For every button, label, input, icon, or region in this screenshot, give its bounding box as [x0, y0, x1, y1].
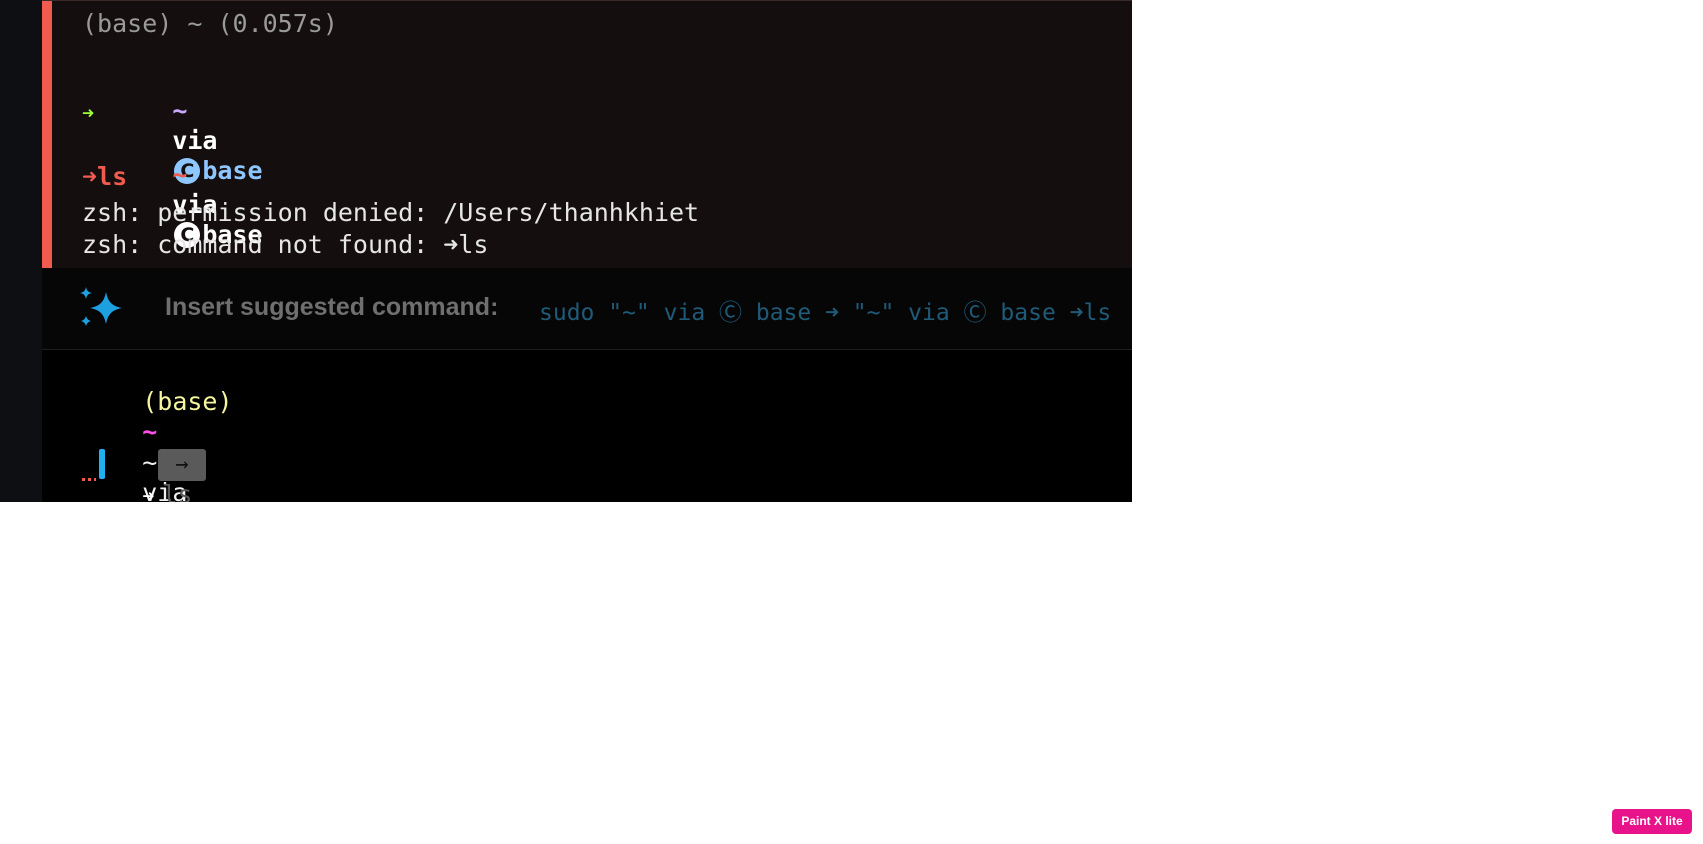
failed-command: ➜ls	[82, 162, 128, 191]
text-cursor	[99, 449, 105, 479]
ai-suggestion-bar[interactable]: Insert suggested command: sudo "~" via Ⓒ…	[42, 268, 1132, 350]
env-base: (base)	[142, 387, 233, 416]
terminal-window[interactable]: (base) ~ (0.057s) ~ via Cbase ➜ ~ via Cb…	[42, 0, 1132, 502]
error-output-permission: zsh: permission denied: /Users/thanhkhie…	[82, 198, 700, 227]
sparkles-icon	[80, 287, 122, 326]
accept-suggestion-button[interactable]: →	[158, 449, 206, 481]
error-command-block[interactable]: (base) ~ (0.057s) ~ via Cbase ➜ ~ via Cb…	[42, 0, 1132, 269]
suggestion-label: Insert suggested command:	[165, 293, 499, 321]
prompt-tilde: ~	[172, 160, 188, 189]
app-sidebar	[0, 0, 43, 502]
prompt-tilde: ~	[172, 96, 188, 125]
error-indicator-bar	[42, 1, 52, 269]
prompt-arrow-1: ➜	[82, 101, 95, 125]
error-dots-indicator	[82, 478, 96, 481]
prompt-arrow: ➜	[142, 484, 155, 502]
autosuggestion-text: ls	[162, 480, 193, 502]
suggested-command[interactable]: sudo "~" via Ⓒ base ➜ "~" via Ⓒ base ➜ls	[539, 293, 1111, 327]
timing-line: (base) ~ (0.057s)	[82, 9, 338, 38]
watermark-badge: Paint X lite	[1612, 809, 1692, 834]
error-output-not-found: zsh: command not found: ➜ls	[82, 230, 489, 259]
